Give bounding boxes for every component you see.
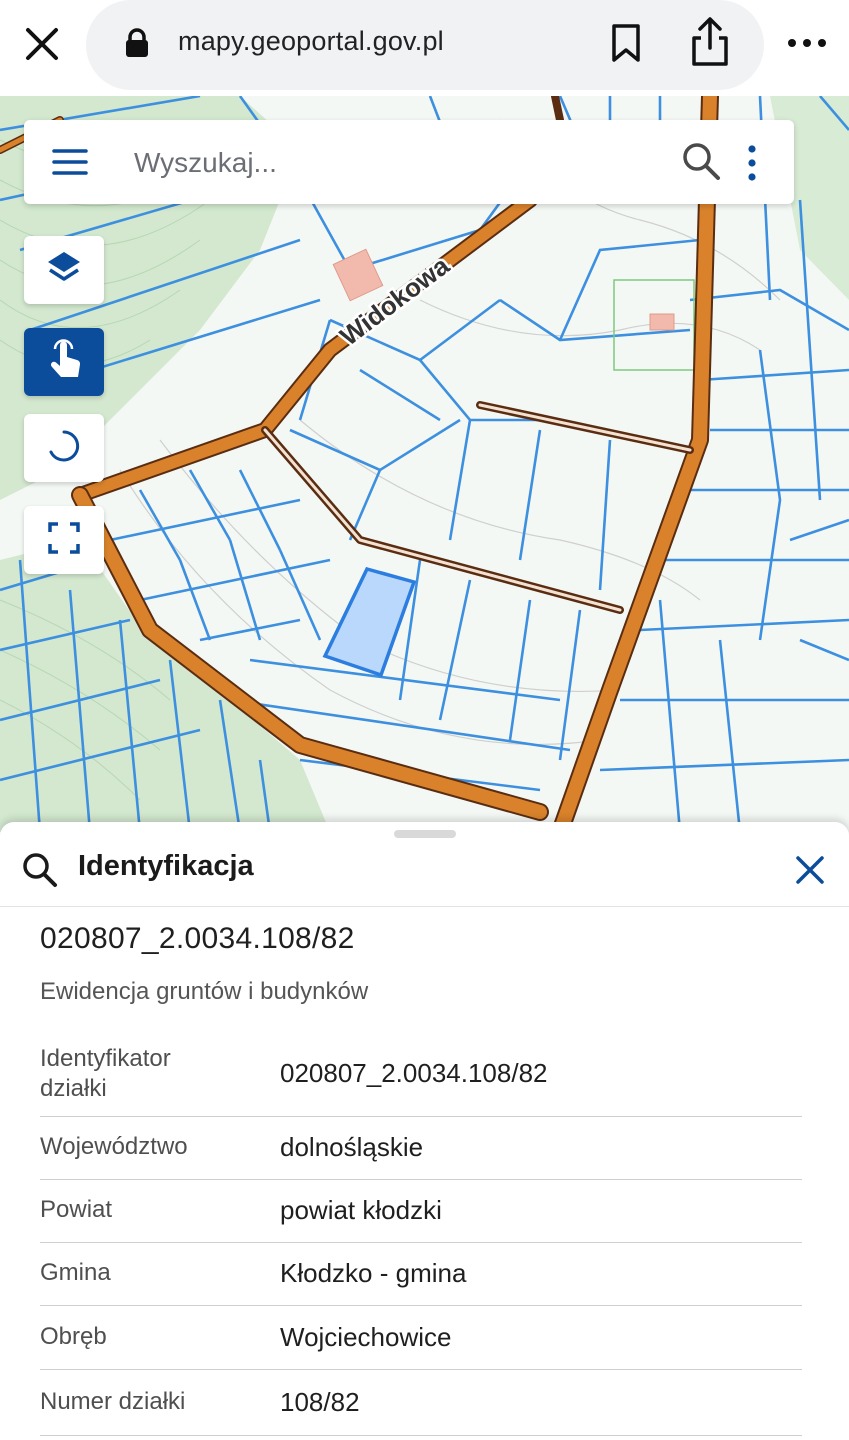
map-search-bar bbox=[24, 120, 794, 204]
layers-icon bbox=[44, 248, 84, 293]
more-options-icon[interactable] bbox=[786, 28, 830, 58]
cadastral-map[interactable]: Widokowa bbox=[0, 96, 849, 832]
map-canvas[interactable]: Widokowa bbox=[0, 96, 849, 832]
identify-button[interactable] bbox=[24, 328, 104, 396]
search-input[interactable] bbox=[132, 138, 676, 188]
lock-icon bbox=[124, 28, 150, 58]
share-icon[interactable] bbox=[686, 16, 734, 68]
bookmark-icon[interactable] bbox=[608, 22, 644, 64]
attribute-row: Obręb Wojciechowice bbox=[40, 1305, 802, 1370]
attribute-value: Kłodzko - gmina bbox=[280, 1258, 467, 1288]
attribute-row: Identyfikator działki 020807_2.0034.108/… bbox=[40, 1042, 802, 1117]
layer-subtitle: Ewidencja gruntów i budynków bbox=[40, 978, 369, 1005]
attribute-value: 020807_2.0034.108/82 bbox=[280, 1058, 548, 1088]
attribute-value: Wojciechowice bbox=[280, 1322, 452, 1352]
close-icon[interactable] bbox=[22, 24, 62, 64]
url-text[interactable]: mapy.geoportal.gov.pl bbox=[178, 26, 444, 57]
kebab-menu-icon[interactable] bbox=[742, 142, 762, 184]
attribute-key: Województwo bbox=[40, 1133, 188, 1160]
selected-parcel[interactable] bbox=[322, 566, 417, 678]
attribute-row: Gmina Kłodzko - gmina bbox=[40, 1242, 802, 1306]
attribute-row: Województwo dolnośląskie bbox=[40, 1116, 802, 1180]
attribute-key: Gmina bbox=[40, 1259, 111, 1286]
attribute-key: Powiat bbox=[40, 1196, 113, 1223]
attribute-value: 108/82 bbox=[280, 1387, 360, 1417]
hamburger-menu-icon[interactable] bbox=[52, 148, 88, 176]
touch-identify-icon bbox=[44, 337, 84, 388]
attribute-key: Obręb bbox=[40, 1323, 107, 1350]
panel-title: Identyfikacja bbox=[78, 850, 254, 882]
loading-spinner-icon bbox=[44, 426, 84, 471]
attribute-key: Numer działki bbox=[40, 1388, 186, 1415]
search-icon bbox=[20, 850, 60, 890]
attribute-value: dolnośląskie bbox=[280, 1132, 424, 1162]
parcel-id-heading: 020807_2.0034.108/82 bbox=[40, 922, 355, 955]
refresh-button[interactable] bbox=[24, 414, 104, 482]
attribute-row: Powiat powiat kłodzki bbox=[40, 1179, 802, 1243]
fullscreen-button[interactable] bbox=[24, 506, 104, 574]
panel-header: Identyfikacja bbox=[0, 840, 849, 907]
search-icon[interactable] bbox=[680, 140, 724, 184]
attribute-key: Identyfikator działki bbox=[40, 1045, 171, 1102]
close-icon[interactable] bbox=[790, 850, 830, 890]
layers-button[interactable] bbox=[24, 236, 104, 304]
browser-toolbar: mapy.geoportal.gov.pl bbox=[0, 0, 849, 96]
attribute-value: powiat kłodzki bbox=[280, 1195, 442, 1225]
attribute-row: Numer działki 108/82 bbox=[40, 1369, 802, 1436]
fullscreen-icon bbox=[47, 521, 81, 560]
drag-handle[interactable] bbox=[394, 830, 456, 838]
identification-panel: Identyfikacja 020807_2.0034.108/82 Ewide… bbox=[0, 822, 849, 1440]
